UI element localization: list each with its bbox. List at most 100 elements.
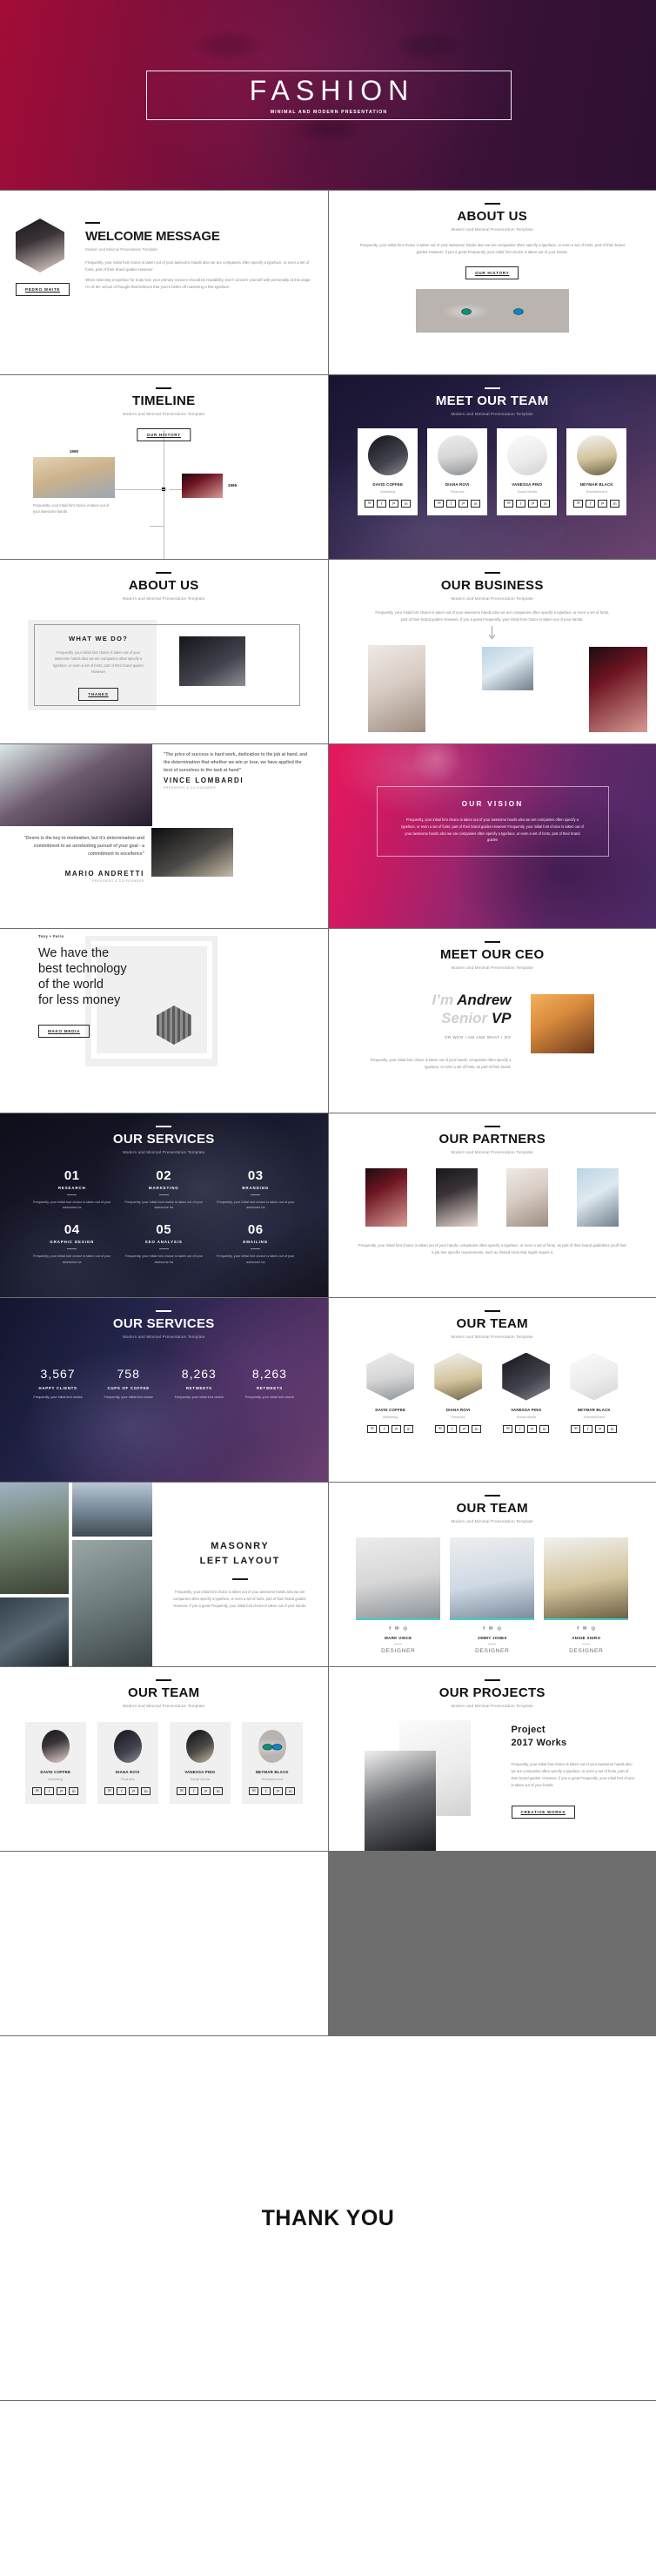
facebook-icon[interactable]: f <box>515 1424 525 1433</box>
linkedin-icon[interactable]: in <box>607 1424 618 1433</box>
pinterest-icon[interactable]: P <box>527 1424 538 1433</box>
meet-team-title: MEET OUR TEAM <box>435 393 549 408</box>
timeline-head: TIMELINE Modern and Minimal Presentation… <box>14 387 314 416</box>
designer-card[interactable]: f ✉ ◎ MARK VINCE DESIGNER <box>356 1537 441 1654</box>
twitter-icon[interactable]: ✉ <box>395 1626 399 1631</box>
linkedin-icon[interactable]: in <box>472 1424 482 1433</box>
linkedin-icon[interactable]: in <box>540 499 551 508</box>
stat-description: Frequently, your initial font choice <box>104 1395 153 1399</box>
twitter-icon[interactable]: ✉ <box>365 499 375 508</box>
facebook-icon[interactable]: f <box>117 1786 127 1795</box>
pedro-white-button[interactable]: PEDRO WHITE <box>16 283 70 296</box>
facebook-icon[interactable]: f <box>261 1786 271 1795</box>
facebook-icon[interactable]: f <box>189 1786 199 1795</box>
our-business-tagline: Modern and Minimal Presentation Template <box>451 595 534 601</box>
linkedin-icon[interactable]: in <box>285 1786 296 1795</box>
our-business-paragraph: Frequently, your initial font choice is … <box>375 609 610 622</box>
social-links: ✉ f P in <box>502 499 552 508</box>
twitter-icon[interactable]: ✉ <box>435 1424 445 1433</box>
facebook-icon[interactable]: f <box>377 499 387 508</box>
designer-card[interactable]: f ✉ ◎ ANGIE SIDRO DESIGNER <box>544 1537 629 1654</box>
team-member[interactable]: NEYMAR BLACK Entertainment ✉ f P in <box>570 1352 619 1433</box>
divider <box>251 1248 261 1250</box>
team-card[interactable]: DAVID COFFEE Marketing ✉ f P in <box>358 427 418 515</box>
facebook-icon[interactable]: f <box>516 499 526 508</box>
twitter-icon[interactable]: ✉ <box>583 1626 587 1631</box>
team-card[interactable]: DIANA ROVI Finances ✉ f P in <box>97 1721 158 1804</box>
twitter-icon[interactable]: ✉ <box>177 1786 187 1795</box>
team-member[interactable]: DAVID COFFEE Marketing ✉ f P in <box>366 1352 415 1433</box>
team-card[interactable]: VANESSA PINO Social Media ✉ f P in <box>169 1721 231 1804</box>
twitter-icon[interactable]: ✉ <box>489 1626 493 1631</box>
twitter-icon[interactable]: ✉ <box>504 499 514 508</box>
about-us-title: ABOUT US <box>457 208 528 224</box>
pinterest-icon[interactable]: P <box>598 499 608 508</box>
pinterest-icon[interactable]: P <box>389 499 399 508</box>
facebook-icon[interactable]: f <box>586 499 596 508</box>
ceo-headline: I’m Andrew Senior VP <box>355 991 512 1028</box>
pinterest-icon[interactable]: P <box>392 1424 402 1433</box>
facebook-icon[interactable]: f <box>389 1626 391 1631</box>
dribbble-icon[interactable]: ◎ <box>403 1626 407 1631</box>
linkedin-icon[interactable]: in <box>610 499 620 508</box>
twitter-icon[interactable]: ✉ <box>503 1424 513 1433</box>
pinterest-icon[interactable]: P <box>273 1786 284 1795</box>
linkedin-icon[interactable]: in <box>539 1424 550 1433</box>
linkedin-icon[interactable]: in <box>69 1786 79 1795</box>
pinterest-icon[interactable]: P <box>129 1786 139 1795</box>
facebook-icon[interactable]: f <box>583 1424 593 1433</box>
linkedin-icon[interactable]: in <box>141 1786 151 1795</box>
team-card[interactable]: VANESSA PINO Social Media ✉ f P in <box>497 427 558 515</box>
pinterest-icon[interactable]: P <box>201 1786 211 1795</box>
creative-works-button[interactable]: CREATIVE WORKS <box>511 1806 576 1819</box>
facebook-icon[interactable]: f <box>446 499 457 508</box>
pinterest-icon[interactable]: P <box>528 499 539 508</box>
pinterest-icon[interactable]: P <box>459 1424 470 1433</box>
twitter-icon[interactable]: ✉ <box>367 1424 378 1433</box>
designer-card[interactable]: f ✉ ◎ JIMMY JONES DESIGNER <box>450 1537 535 1654</box>
twitter-icon[interactable]: ✉ <box>249 1786 259 1795</box>
linkedin-icon[interactable]: in <box>404 1424 414 1433</box>
service-number: 06 <box>247 1222 264 1238</box>
timeline-entry-right: 1995 <box>181 473 237 498</box>
linkedin-icon[interactable]: in <box>401 499 412 508</box>
twitter-icon[interactable]: ✉ <box>573 499 584 508</box>
welcome-title: WELCOME MESSAGE <box>85 228 220 244</box>
mako-media-button[interactable]: MAKO MEDIA <box>38 1024 90 1038</box>
dribbble-icon[interactable]: ◎ <box>497 1626 501 1631</box>
pinterest-icon[interactable]: P <box>595 1424 606 1433</box>
linkedin-icon[interactable]: in <box>213 1786 224 1795</box>
divider <box>67 1248 77 1250</box>
facebook-icon[interactable]: f <box>483 1626 485 1631</box>
slide-quotes: "The price of success is hard work, dedi… <box>0 744 328 928</box>
team-card[interactable]: NEYMAR BLACK Entertainment ✉ f P in <box>566 427 627 515</box>
facebook-icon[interactable]: f <box>577 1626 579 1631</box>
team-card[interactable]: DIANA ROVI Finances ✉ f P in <box>427 427 488 515</box>
team-member[interactable]: DIANA ROVI Finances ✉ f P in <box>434 1352 483 1433</box>
stat-label: RETWEETS <box>185 1385 212 1390</box>
divider <box>251 1194 261 1195</box>
linkedin-icon[interactable]: in <box>471 499 481 508</box>
team-card[interactable]: DAVID COFFEE Marketing ✉ f P in <box>24 1721 86 1804</box>
avatar <box>185 1729 214 1763</box>
thanks-button[interactable]: THANKS <box>78 687 118 701</box>
twitter-icon[interactable]: ✉ <box>32 1786 43 1795</box>
pinterest-icon[interactable]: P <box>57 1786 67 1795</box>
team-card[interactable]: NEYMAR BLACK Entertainment ✉ f P in <box>241 1721 303 1804</box>
dribbble-icon[interactable]: ◎ <box>591 1626 595 1631</box>
projects-head: OUR PROJECTS Modern and Minimal Presenta… <box>343 1679 643 1708</box>
stats-head: OUR SERVICES Modern and Minimal Presenta… <box>14 1310 314 1339</box>
twitter-icon[interactable]: ✉ <box>571 1424 581 1433</box>
twitter-icon[interactable]: ✉ <box>104 1786 115 1795</box>
our-history-button[interactable]: OUR HISTORY <box>465 266 519 280</box>
pinterest-icon[interactable]: P <box>459 499 469 508</box>
team-cards-title: OUR TEAM <box>128 1685 200 1700</box>
masonry-image-1 <box>0 1483 69 1594</box>
facebook-icon[interactable]: f <box>379 1424 390 1433</box>
twitter-icon[interactable]: ✉ <box>434 499 445 508</box>
timeline-our-history-button[interactable]: OUR HISTORY <box>137 427 191 441</box>
team-member[interactable]: VANESSA PINO Social Media ✉ f P in <box>502 1352 551 1433</box>
facebook-icon[interactable]: f <box>44 1786 55 1795</box>
service-name: BRANDING <box>242 1185 270 1190</box>
facebook-icon[interactable]: f <box>447 1424 458 1433</box>
